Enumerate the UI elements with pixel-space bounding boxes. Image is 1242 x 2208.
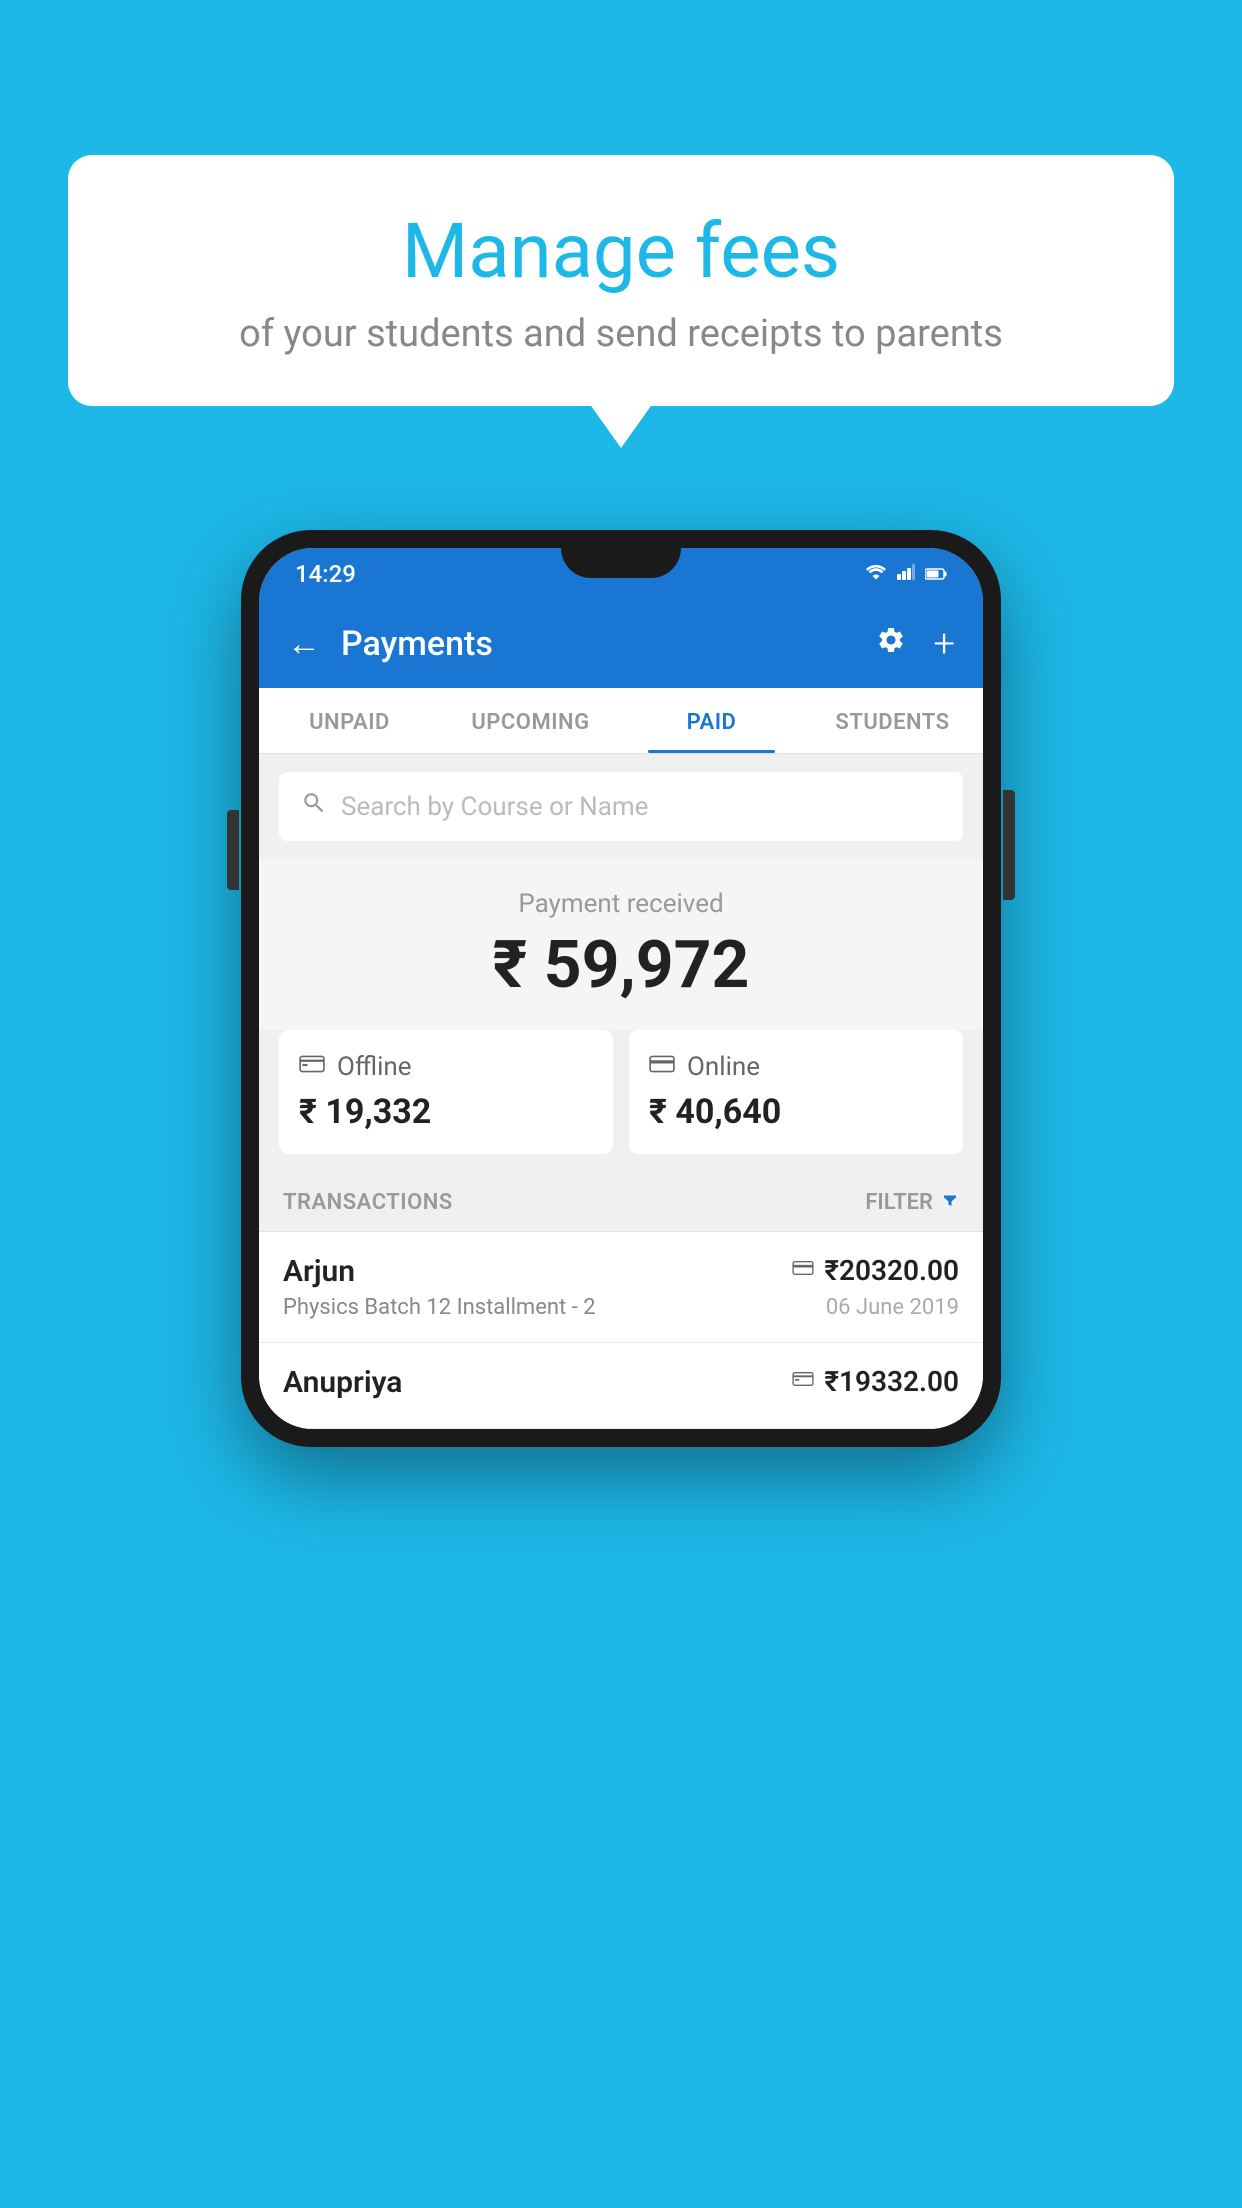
transaction-amount-arjun: ₹20320.00 xyxy=(824,1254,959,1287)
tab-bar: UNPAID UPCOMING PAID STUDENTS xyxy=(259,688,983,754)
online-card: Online ₹ 40,640 xyxy=(629,1030,963,1154)
offline-label: Offline xyxy=(337,1052,412,1082)
transaction-name-arjun: Arjun xyxy=(283,1254,355,1289)
speech-bubble: Manage fees of your students and send re… xyxy=(68,155,1174,406)
status-bar: 14:29 xyxy=(259,548,983,600)
back-button[interactable]: ← xyxy=(287,624,321,664)
tab-students[interactable]: STUDENTS xyxy=(802,688,983,753)
bubble-subtitle: of your students and send receipts to pa… xyxy=(128,312,1114,356)
online-icon xyxy=(649,1052,675,1082)
phone-wrapper: 14:29 xyxy=(241,530,1001,1447)
speech-bubble-container: Manage fees of your students and send re… xyxy=(68,155,1174,406)
bubble-title: Manage fees xyxy=(128,210,1114,294)
notch xyxy=(561,548,681,578)
transaction-course-arjun: Physics Batch 12 Installment - 2 xyxy=(283,1295,596,1320)
card-header-offline: Offline xyxy=(299,1052,593,1082)
filter-label-text: FILTER xyxy=(865,1190,933,1215)
payment-amount: ₹ 59,972 xyxy=(259,927,983,1004)
battery-icon xyxy=(925,565,947,584)
phone-screen: 14:29 xyxy=(259,548,983,1429)
offline-icon xyxy=(299,1052,325,1082)
search-bar[interactable]: Search by Course or Name xyxy=(279,772,963,841)
add-button[interactable]: + xyxy=(934,622,955,666)
search-placeholder: Search by Course or Name xyxy=(341,792,648,822)
signal-icon xyxy=(897,564,915,584)
phone-outer: 14:29 xyxy=(241,530,1001,1447)
transaction-name-anupriya: Anupriya xyxy=(283,1365,402,1400)
transaction-amount-wrap-arjun: ₹20320.00 xyxy=(792,1254,959,1287)
online-label: Online xyxy=(687,1052,760,1082)
settings-button[interactable] xyxy=(876,625,906,663)
filter-icon xyxy=(941,1190,959,1215)
tab-upcoming[interactable]: UPCOMING xyxy=(440,688,621,753)
transaction-top-anupriya: Anupriya ₹19332.00 xyxy=(283,1365,959,1400)
transaction-date-arjun: 06 June 2019 xyxy=(826,1295,959,1320)
transaction-type-icon-anupriya xyxy=(792,1369,814,1394)
status-time: 14:29 xyxy=(295,560,356,588)
tab-unpaid[interactable]: UNPAID xyxy=(259,688,440,753)
app-bar: ← Payments + xyxy=(259,600,983,688)
transaction-bottom-arjun: Physics Batch 12 Installment - 2 06 June… xyxy=(283,1295,959,1320)
payment-label: Payment received xyxy=(259,889,983,919)
offline-amount: ₹ 19,332 xyxy=(299,1092,593,1132)
online-amount: ₹ 40,640 xyxy=(649,1092,943,1132)
card-header-online: Online xyxy=(649,1052,943,1082)
wifi-icon xyxy=(865,564,887,584)
search-icon xyxy=(301,790,327,823)
filter-button[interactable]: FILTER xyxy=(865,1190,959,1215)
transaction-item-anupriya[interactable]: Anupriya ₹19332.00 xyxy=(259,1343,983,1429)
status-icons xyxy=(865,564,947,584)
content-area: Search by Course or Name Payment receive… xyxy=(259,772,983,1429)
transaction-type-icon-arjun xyxy=(792,1258,814,1283)
transactions-header: TRANSACTIONS FILTER xyxy=(259,1174,983,1232)
app-bar-title: Payments xyxy=(341,624,856,664)
payment-cards: Offline ₹ 19,332 Online xyxy=(279,1030,963,1154)
offline-card: Offline ₹ 19,332 xyxy=(279,1030,613,1154)
transaction-item-arjun[interactable]: Arjun ₹20320.00 Physics xyxy=(259,1232,983,1343)
transaction-amount-anupriya: ₹19332.00 xyxy=(824,1365,959,1398)
transactions-label: TRANSACTIONS xyxy=(283,1190,453,1215)
transaction-amount-wrap-anupriya: ₹19332.00 xyxy=(792,1365,959,1398)
app-bar-actions: + xyxy=(876,622,955,666)
transaction-top-arjun: Arjun ₹20320.00 xyxy=(283,1254,959,1289)
payment-received-section: Payment received ₹ 59,972 xyxy=(259,859,983,1030)
tab-paid[interactable]: PAID xyxy=(621,688,802,753)
